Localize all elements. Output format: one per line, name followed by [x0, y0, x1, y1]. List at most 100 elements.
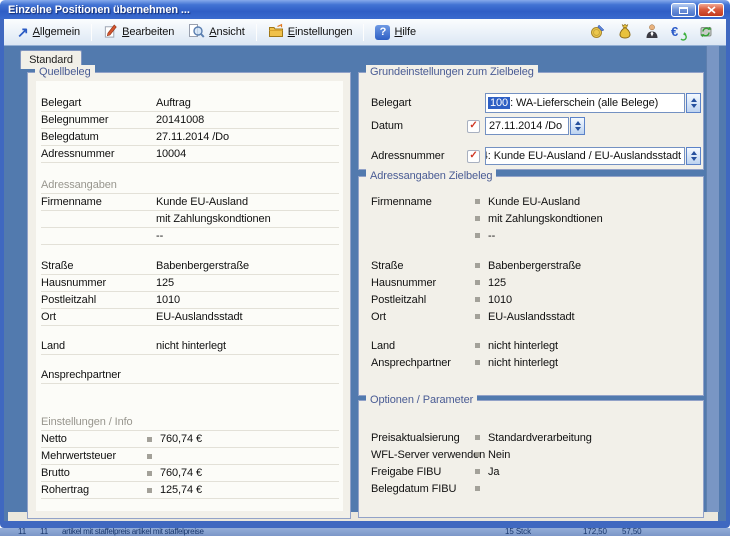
field-label: Straße: [41, 260, 156, 272]
field-row: Brutto 760,74 €: [41, 465, 339, 482]
toolbar: ↗ Allgemein Bearbeiten Ansicht Einstellu…: [4, 19, 726, 46]
person-icon[interactable]: [644, 23, 660, 42]
menu-bearbeiten[interactable]: Bearbeiten: [96, 21, 181, 44]
combobox-text: : WA-Lieferschein (alle Belege): [510, 97, 658, 109]
edit-pen-icon: [103, 23, 118, 42]
quellbeleg-group: Quellbeleg BelegartAuftrag Belegnummer20…: [27, 72, 351, 519]
menu-einstellungen-label: Einstellungen: [288, 26, 353, 38]
field-value: 125: [488, 277, 506, 289]
combobox-selection: 100: [488, 97, 510, 109]
money-bag-icon[interactable]: [617, 23, 633, 42]
equals-marker-icon: [475, 280, 480, 285]
field-label: Preisaktualsierung: [371, 432, 475, 444]
field-label: Firmenname: [41, 196, 156, 208]
bg-cell: artikel mit staffelpreis artikel mit sta…: [62, 528, 204, 536]
field-row: Landnicht hinterlegt: [41, 338, 339, 355]
menu-ansicht[interactable]: Ansicht: [181, 21, 251, 44]
adressangaben-zielbeleg-group: Adressangaben Zielbeleg FirmennameKunde …: [358, 176, 704, 396]
equals-marker-icon: [475, 216, 480, 221]
equals-marker-icon: [147, 488, 152, 493]
field-row: Belegnummer20141008: [41, 112, 339, 129]
datum-row: Datum ✓ 27.11.2014 /Do: [371, 117, 701, 135]
field-value: nicht hinterlegt: [156, 340, 226, 352]
field-value: 125: [156, 277, 174, 289]
checked-note-icon[interactable]: ✓: [467, 120, 480, 133]
window-border-right: [726, 19, 730, 521]
restore-window-button[interactable]: [671, 3, 696, 17]
equals-marker-icon: [475, 435, 480, 440]
field-value: 760,74 €: [160, 467, 202, 479]
field-label: Postleitzahl: [371, 294, 475, 306]
field-row: Postleitzahl1010: [371, 291, 701, 308]
coin-pencil-icon[interactable]: [590, 23, 606, 42]
field-value: Kunde EU-Ausland: [156, 196, 248, 208]
bg-cell: 11: [18, 528, 26, 536]
field-row: Netto760,74 €: [41, 431, 339, 448]
field-label: Adressnummer: [41, 148, 156, 160]
bg-cell: 172,50: [583, 528, 607, 536]
background-grid-row: 11 11 artikel mit staffelpreis artikel m…: [0, 528, 730, 536]
equals-marker-icon: [475, 360, 480, 365]
group-title-optionen: Optionen / Parameter: [366, 393, 477, 407]
field-label: Datum: [371, 120, 467, 132]
field-value: Babenbergerstraße: [488, 260, 581, 272]
field-row: Ansprechpartner: [41, 367, 339, 384]
field-label: Mehrwertsteuer: [41, 450, 147, 462]
equals-marker-icon: [475, 486, 480, 491]
belegart-spinner[interactable]: [686, 93, 701, 113]
euro-icon[interactable]: €: [671, 24, 687, 40]
field-row: Postleitzahl1010: [41, 292, 339, 309]
menu-bearbeiten-label: Bearbeiten: [122, 26, 174, 38]
field-label: Brutto: [41, 467, 147, 479]
adressnummer-input[interactable]: 10004: Kunde EU-Ausland / EU-Auslandssta…: [485, 147, 685, 165]
field-label: Belegart: [371, 97, 467, 109]
field-row: Straße Babenbergerstraße: [371, 257, 701, 274]
belegart-combobox[interactable]: 100 : WA-Lieferschein (alle Belege): [485, 93, 685, 113]
field-value: EU-Auslandsstadt: [156, 311, 242, 323]
field-value: Ja: [488, 466, 499, 478]
field-label: Hausnummer: [41, 277, 156, 289]
field-label: Ort: [371, 311, 475, 323]
field-value: Nein: [488, 449, 510, 461]
field-value: nicht hinterlegt: [488, 357, 558, 369]
field-label: Belegdatum: [41, 131, 156, 143]
bg-cell: 15 Stck: [505, 528, 531, 536]
title-bar[interactable]: Einzelne Positionen übernehmen ...: [0, 0, 730, 19]
field-value: 760,74 €: [160, 433, 202, 445]
field-row: PreisaktualsierungStandardverarbeitung: [371, 429, 701, 446]
datum-input[interactable]: 27.11.2014 /Do: [485, 117, 569, 135]
field-label: Ansprechpartner: [371, 357, 475, 369]
menu-allgemein[interactable]: ↗ Allgemein: [10, 21, 87, 44]
adressnummer-spinner[interactable]: [686, 147, 701, 165]
field-row: Hausnummer125: [371, 274, 701, 291]
field-label: Belegnummer: [41, 114, 156, 126]
field-value: 27.11.2014 /Do: [156, 131, 229, 143]
recycle-icon[interactable]: [698, 23, 714, 42]
menu-hilfe[interactable]: ? Hilfe: [368, 21, 423, 44]
equals-marker-icon: [475, 452, 480, 457]
field-row: WFL-Server verwendenNein: [371, 446, 701, 463]
equals-marker-icon: [147, 454, 152, 459]
field-label: Land: [41, 340, 156, 352]
equals-marker-icon: [475, 297, 480, 302]
close-window-button[interactable]: [698, 3, 724, 17]
equals-marker-icon: [475, 199, 480, 204]
section-header: Adressangaben: [41, 177, 339, 194]
field-row: Ansprechpartner nicht hinterlegt: [371, 354, 701, 371]
equals-marker-icon: [147, 471, 152, 476]
field-row: --: [41, 228, 339, 245]
field-row: --: [371, 227, 701, 244]
checked-note-icon[interactable]: ✓: [467, 150, 480, 163]
menu-einstellungen[interactable]: Einstellungen: [261, 21, 360, 44]
bg-cell: 57,50: [622, 528, 642, 536]
optionen-parameter-group: Optionen / Parameter PreisaktualsierungS…: [358, 400, 704, 518]
folder-settings-icon: [268, 23, 284, 42]
field-row: Rohertrag125,74 €: [41, 482, 339, 499]
datum-spinner[interactable]: [570, 117, 585, 135]
field-label: Straße: [371, 260, 475, 272]
field-label: Adressnummer: [371, 150, 467, 162]
field-row: mit Zahlungskondtionen: [41, 211, 339, 228]
field-value: mit Zahlungskondtionen: [156, 213, 271, 225]
field-value: Auftrag: [156, 97, 191, 109]
field-row: FirmennameKunde EU-Ausland: [41, 194, 339, 211]
